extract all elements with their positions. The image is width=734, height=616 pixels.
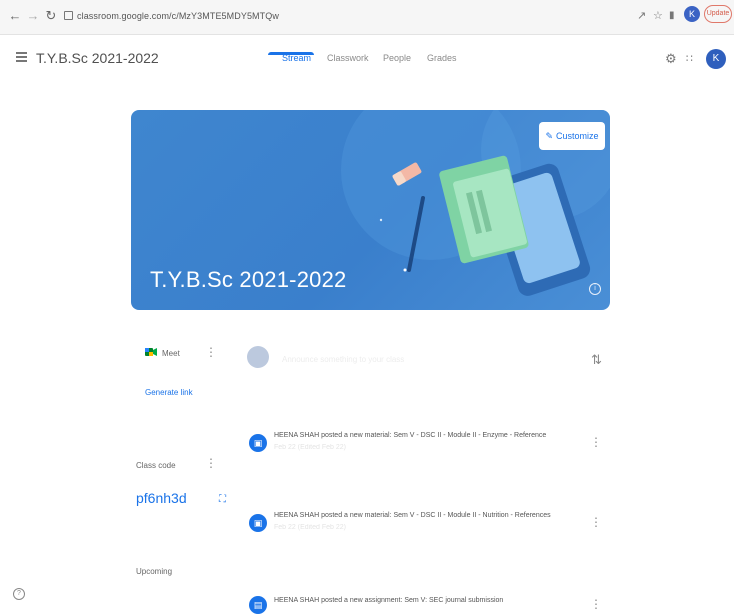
main-menu-icon[interactable] xyxy=(16,52,27,62)
post-date: Feb 22 (Edited Feb 22) xyxy=(274,444,346,451)
assignment-icon: ▤ xyxy=(249,596,267,614)
generate-link[interactable]: Generate link xyxy=(145,388,193,397)
post-more-options-icon[interactable]: ⋮ xyxy=(590,598,602,610)
apps-grid-icon[interactable]: ∷ xyxy=(686,52,693,66)
lock-icon xyxy=(64,11,73,20)
post-text[interactable]: HEENA SHAH posted a new material: Sem V … xyxy=(274,432,546,439)
extensions-icon[interactable]: ▮ xyxy=(669,9,675,23)
active-tab-indicator xyxy=(268,52,314,55)
post-more-options-icon[interactable]: ⋮ xyxy=(590,516,602,528)
customize-button[interactable]: ✎ Customize xyxy=(539,122,605,150)
back-icon[interactable]: ← xyxy=(8,8,22,24)
post-text[interactable]: HEENA SHAH posted a new assignment: Sem … xyxy=(274,597,503,604)
post-text[interactable]: HEENA SHAH posted a new material: Sem V … xyxy=(274,512,551,519)
banner-class-title: T.Y.B.Sc 2021-2022 xyxy=(150,267,347,292)
url-text: classroom.google.com/c/MzY3MTE5MDY5MTQw xyxy=(77,11,279,21)
class-title[interactable]: T.Y.B.Sc 2021-2022 xyxy=(36,50,159,66)
tab-grades[interactable]: Grades xyxy=(427,53,457,63)
meet-more-options-icon[interactable]: ⋮ xyxy=(205,346,217,358)
google-meet-icon xyxy=(145,348,157,356)
class-code-more-options-icon[interactable]: ⋮ xyxy=(205,457,217,469)
reload-icon[interactable]: ↻ xyxy=(44,8,58,24)
help-icon[interactable]: ? xyxy=(13,588,25,600)
class-code-value: pf6nh3d xyxy=(136,490,187,506)
post-date: Feb 22 (Edited Feb 22) xyxy=(274,524,346,531)
pencil-icon: ✎ xyxy=(545,131,554,141)
post-more-options-icon[interactable]: ⋮ xyxy=(590,436,602,448)
settings-gear-icon[interactable]: ⚙ xyxy=(665,52,677,66)
user-avatar[interactable]: K xyxy=(706,49,726,69)
meet-label: Meet xyxy=(162,349,180,358)
class-code-label: Class code xyxy=(136,461,176,470)
bookmark-star-icon[interactable]: ☆ xyxy=(653,9,663,23)
forward-icon[interactable]: → xyxy=(26,8,40,24)
display-code-fullscreen-icon[interactable]: ⛶ xyxy=(219,494,226,505)
tab-people[interactable]: People xyxy=(383,53,411,63)
reuse-post-icon[interactable]: ⇅ xyxy=(591,352,602,368)
share-icon[interactable]: ↗ xyxy=(637,9,646,23)
upcoming-label: Upcoming xyxy=(136,567,173,576)
compose-avatar xyxy=(247,346,269,368)
material-icon: ▣ xyxy=(249,434,267,452)
customize-label: Customize xyxy=(556,131,599,141)
classroom-header: T.Y.B.Sc 2021-2022 Stream Classwork Peop… xyxy=(0,34,734,86)
announce-placeholder[interactable]: Announce something to your class xyxy=(282,355,404,364)
browser-update-button[interactable]: Update xyxy=(704,5,732,23)
material-icon: ▣ xyxy=(249,514,267,532)
tab-classwork[interactable]: Classwork xyxy=(327,53,369,63)
banner-info-icon[interactable]: i xyxy=(589,283,601,295)
browser-profile-avatar[interactable]: K xyxy=(684,6,700,22)
address-bar[interactable]: classroom.google.com/c/MzY3MTE5MDY5MTQw xyxy=(64,9,279,23)
browser-toolbar: ← → ↻ classroom.google.com/c/MzY3MTE5MDY… xyxy=(0,0,734,35)
